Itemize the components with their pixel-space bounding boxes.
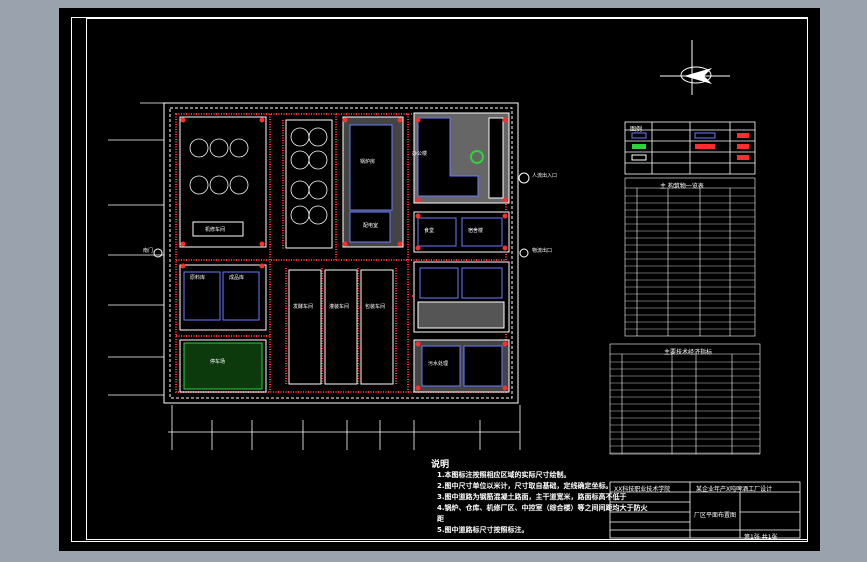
building-label-packing: 包装车间 — [365, 304, 386, 310]
title-block-school: XX科技职业技术学院 — [614, 486, 671, 493]
production-halls — [288, 269, 394, 385]
goods-exit-label: 物流出口 — [532, 248, 553, 254]
economic-table-title: 主要技术经济指标 — [664, 349, 713, 356]
note-line: 1.本图标注按照相应区域的实际尺寸绘制。 — [437, 471, 571, 479]
people-exit-label: 人流出入口 — [532, 173, 558, 179]
building-label-canteen: 食堂 — [424, 228, 435, 234]
building-label-boiler: 锅炉房 — [360, 159, 376, 165]
tanks — [189, 138, 249, 195]
building-label-ferment: 发酵车间 — [293, 304, 314, 310]
title-block-project: 某企业年产X吨啤酒工厂设计 — [696, 486, 773, 493]
bottom-dimension-lines — [168, 405, 521, 450]
note-line: 3.图中道路为钢筋混凝土路面，主干道宽米，路面标高不低于 — [437, 493, 627, 501]
notes-title: 说明 — [431, 460, 450, 470]
building-label-dorm: 宿舍楼 — [468, 228, 484, 234]
note-line: 4.锅炉、仓库、机修厂区、中控室（综合楼）等之间间距均大于防火 — [437, 504, 648, 512]
equipment-table-title: 主 构筑物一览表 — [660, 183, 704, 190]
left-dimension-lines — [108, 102, 164, 396]
building-label-parking: 停车场 — [210, 359, 226, 365]
south-gate-label: 南门 — [143, 248, 154, 254]
title-block-sheet: 第1张 共1张 — [744, 534, 778, 541]
building-label-waste: 污水处理 — [428, 361, 449, 367]
building-label-power: 配电室 — [363, 223, 379, 229]
site-plan — [108, 40, 801, 539]
legend-title: 图例 — [630, 126, 643, 133]
note-line: 5.图中道路标尺寸按照标注。 — [437, 526, 529, 534]
building-label-filling: 灌装车间 — [329, 304, 350, 310]
equipment-table — [624, 177, 756, 337]
building-label-office: 办公楼 — [412, 151, 428, 157]
building-label-product: 成品库 — [229, 275, 245, 281]
note-line: 距 — [437, 515, 444, 523]
building-label-raw: 原料库 — [190, 275, 206, 281]
note-line: 2.图中尺寸单位以米计，尺寸取自基础，定线确定坐标。 — [437, 482, 613, 490]
people-gate-icon — [518, 172, 530, 184]
north-arrow-icon — [660, 40, 730, 95]
building-label-repair: 机修车间 — [205, 227, 226, 233]
south-gate-icon — [153, 248, 163, 258]
legend-swatches — [631, 132, 749, 161]
title-block-drawing-name: 厂区平面布置图 — [694, 512, 737, 519]
economic-table — [609, 343, 761, 455]
goods-gate-icon — [519, 248, 529, 258]
